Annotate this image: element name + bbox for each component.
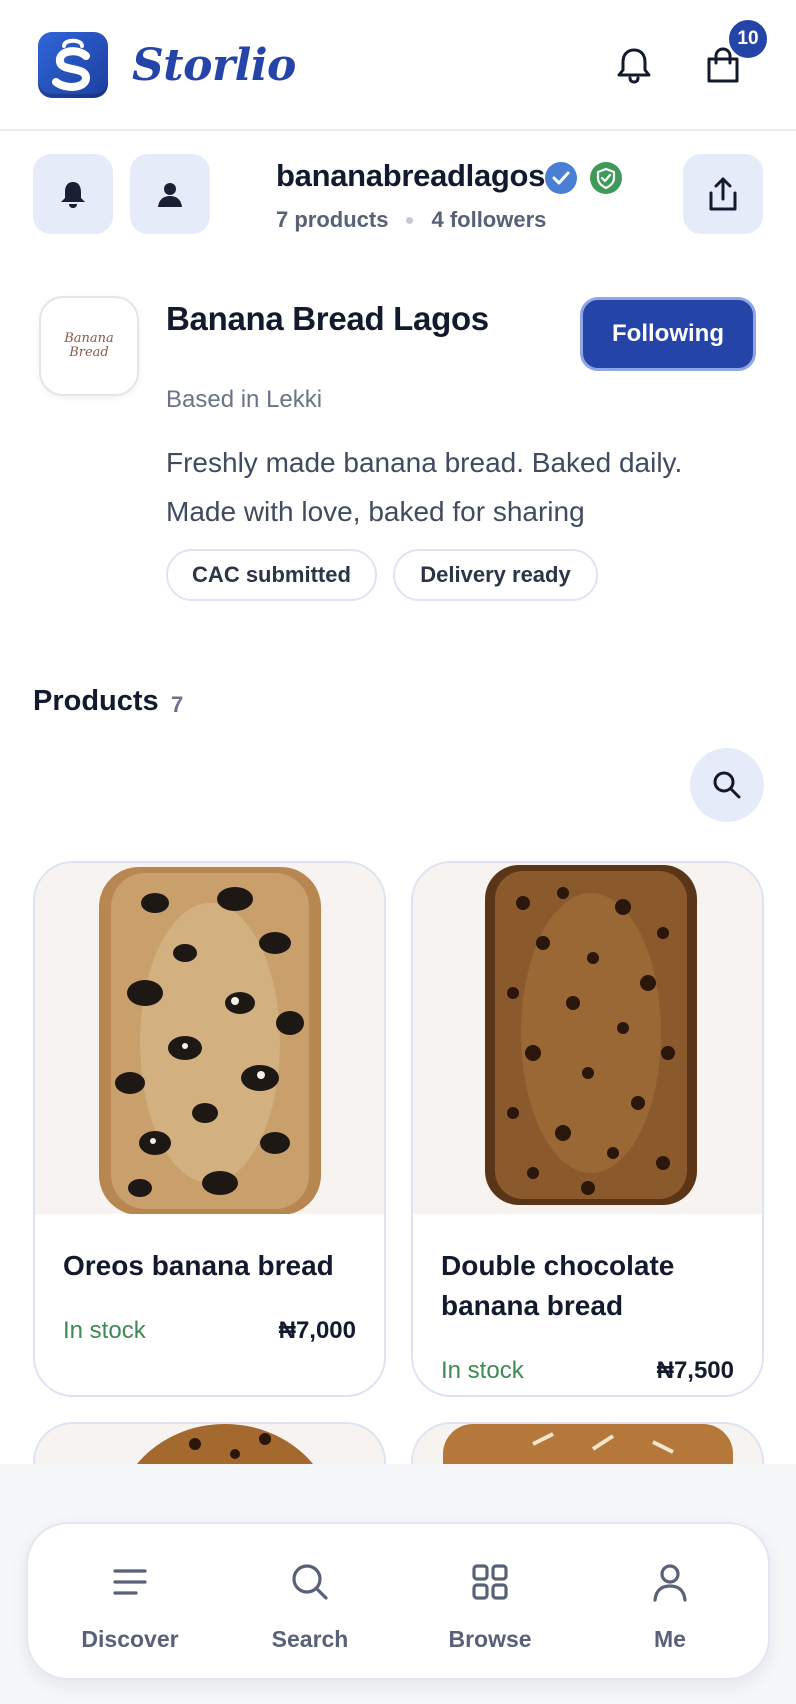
bottom-nav: Discover Search Browse Me [26, 1522, 770, 1680]
product-name: Double chocolate banana bread [441, 1250, 675, 1321]
double-chocolate-banana-bread-photo[interactable] [413, 863, 762, 1214]
nav-discover[interactable]: Discover [45, 1524, 215, 1682]
nav-search[interactable]: Search [225, 1524, 395, 1682]
share-button[interactable] [683, 154, 763, 234]
bio-line-2: Made with love, baked for sharing [166, 496, 585, 527]
products-count: 7 [171, 692, 184, 717]
bio-line-1: Freshly made banana bread. Baked daily. [166, 447, 683, 478]
notifications-bell-icon[interactable] [609, 40, 659, 90]
separator-dot [406, 216, 414, 224]
brand-name: Storlio [132, 40, 296, 91]
cac-submitted-chip: CAC submitted [166, 549, 377, 601]
search-icon [292, 1564, 328, 1600]
product-search-button[interactable] [690, 748, 764, 822]
store-profile-button[interactable] [130, 154, 210, 234]
nav-label: Browse [448, 1626, 532, 1652]
product-name: Oreos banana bread [63, 1250, 334, 1281]
followers-stat[interactable]: 4 followers [431, 207, 546, 233]
shield-check-icon [590, 162, 622, 194]
nav-label: Search [271, 1626, 349, 1652]
app-header: Storlio 10 [0, 0, 796, 131]
delivery-ready-chip: Delivery ready [393, 549, 598, 601]
stock-status: In stock [63, 1317, 146, 1344]
nav-me[interactable]: Me [585, 1524, 755, 1682]
store-location: Based in Lekki [166, 386, 323, 413]
nav-label: Discover [81, 1626, 179, 1652]
verified-badge-icon [545, 162, 577, 194]
oreo-banana-bread-photo[interactable] [35, 863, 384, 1215]
products-stat[interactable]: 7 products [276, 207, 388, 233]
bell-icon [61, 182, 85, 208]
share-icon [709, 177, 737, 211]
nav-browse[interactable]: Browse [405, 1524, 575, 1682]
products-heading: Products [33, 685, 159, 717]
product-card[interactable]: Double chocolate banana bread In stock ₦… [411, 861, 764, 1397]
store-logo-wordmark: Banana Bread [64, 331, 114, 360]
store-handle: bananabreadlagos [276, 158, 546, 193]
store-stats: 7 products 4 followers [276, 207, 546, 233]
product-price: ₦7,500 [656, 1357, 734, 1384]
nav-label: Me [654, 1626, 686, 1652]
store-bio: Freshly made banana bread. Baked daily. … [166, 438, 726, 536]
person-icon [653, 1564, 687, 1602]
product-card[interactable]: Oreos banana bread In stock ₦7,000 [33, 861, 386, 1397]
storlio-logo-icon[interactable] [38, 32, 108, 98]
stock-status: In stock [441, 1357, 524, 1384]
cart-count-badge: 10 [727, 18, 769, 60]
store-avatar[interactable]: Banana Bread [39, 296, 139, 396]
person-icon [158, 183, 182, 207]
store-display-name: Banana Bread Lagos [166, 300, 489, 337]
grid-icon [472, 1564, 508, 1600]
menu-lines-icon [113, 1569, 147, 1595]
product-price: ₦7,000 [278, 1317, 356, 1344]
store-notify-button[interactable] [33, 154, 113, 234]
following-button[interactable]: Following [580, 297, 756, 371]
search-icon [713, 771, 741, 799]
